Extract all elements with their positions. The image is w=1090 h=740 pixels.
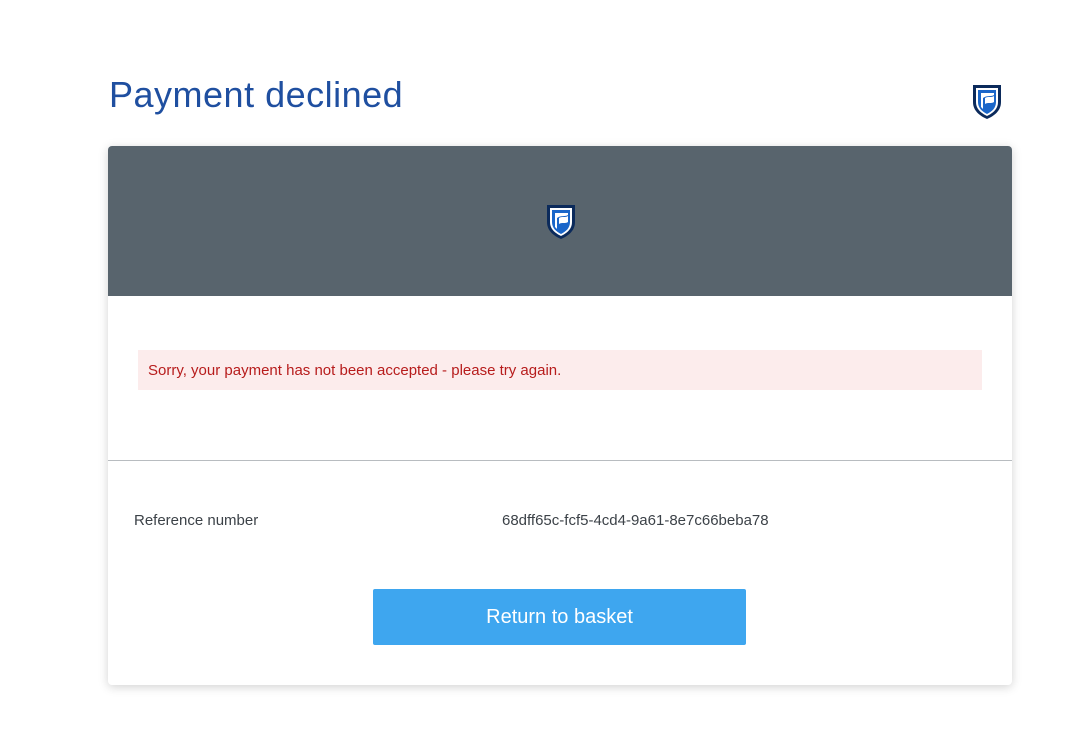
error-message: Sorry, your payment has not been accepte…	[148, 361, 562, 379]
reference-number-label: Reference number	[134, 512, 259, 529]
page-title: Payment declined	[109, 74, 404, 115]
section-divider	[108, 460, 1012, 461]
card-header	[108, 146, 1012, 296]
reference-number-value: 68dff65c-fcf5-4cd4-9a61-8e7c66beba78	[502, 512, 769, 529]
bank-shield-logo-icon	[547, 205, 575, 239]
return-to-basket-button[interactable]: Return to basket	[373, 589, 746, 645]
bank-shield-logo-icon	[973, 85, 1001, 119]
error-alert: Sorry, your payment has not been accepte…	[138, 350, 982, 390]
payment-result-card: Sorry, your payment has not been accepte…	[108, 146, 1012, 685]
